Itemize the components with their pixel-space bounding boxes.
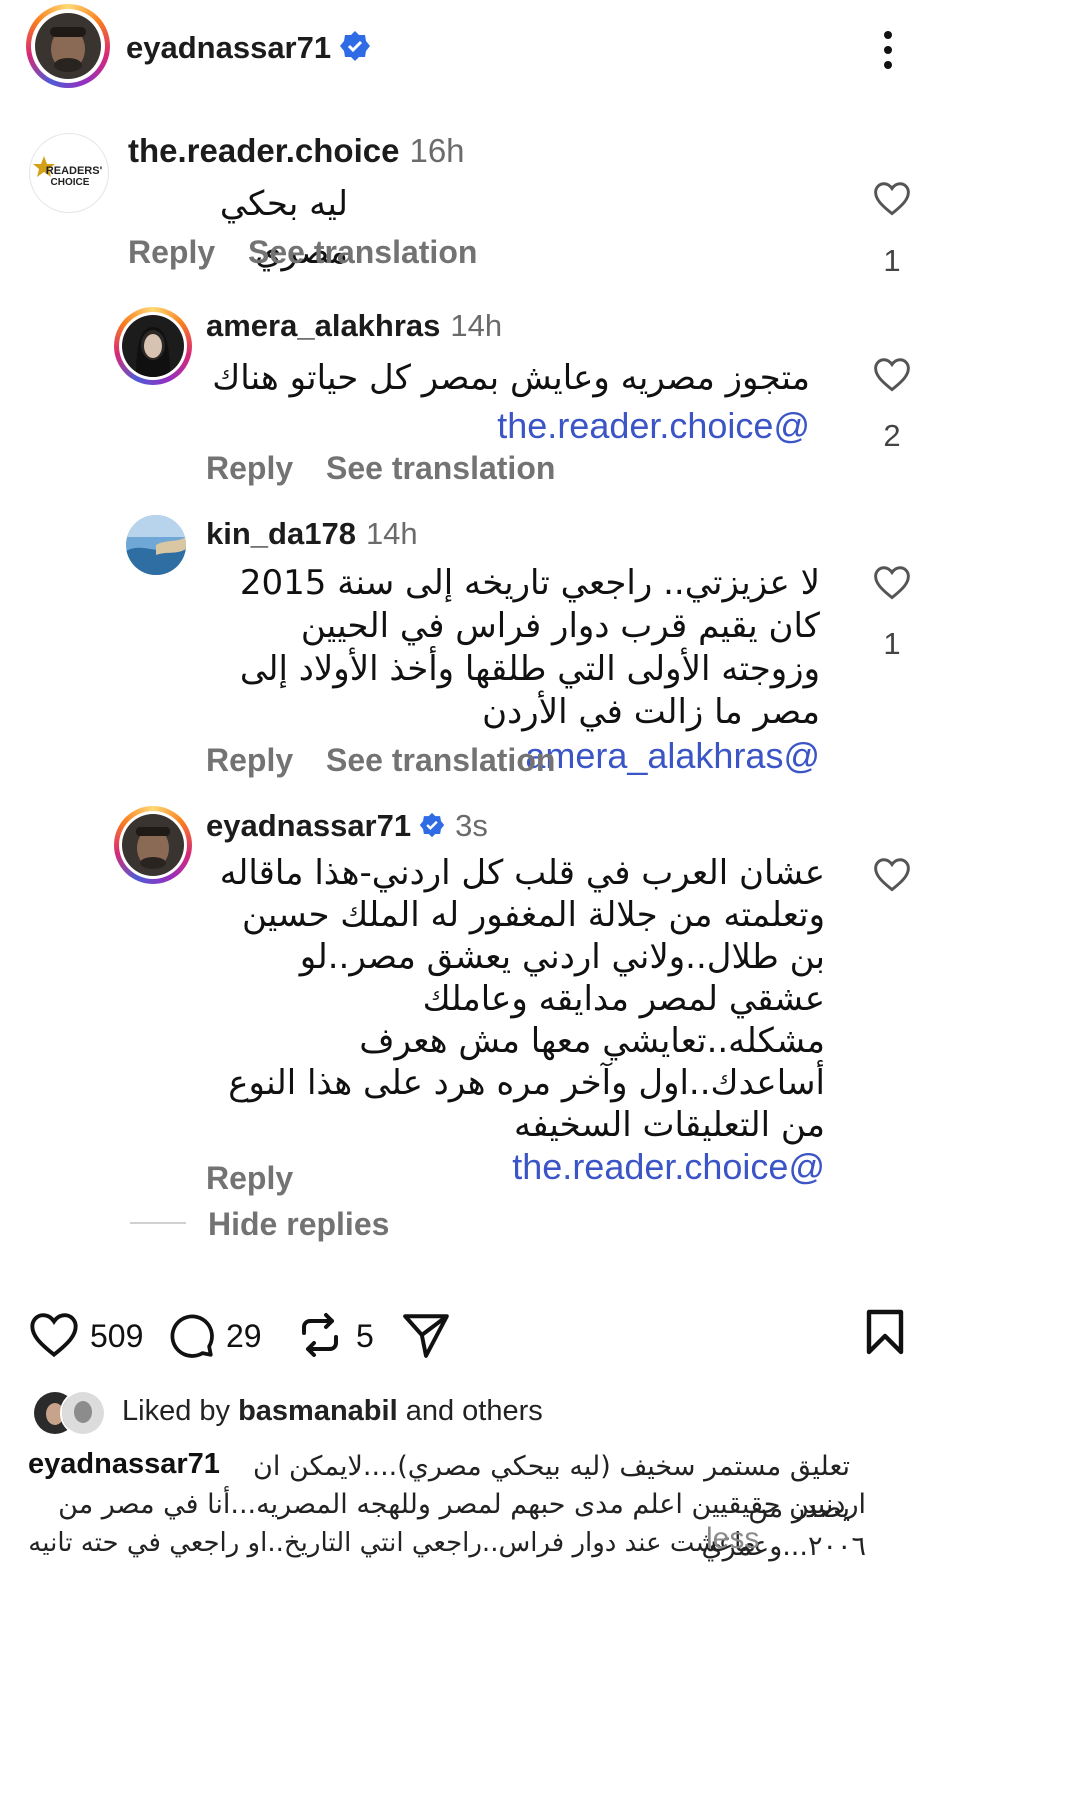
like-heart-icon[interactable] <box>28 1310 80 1363</box>
reply-button[interactable]: Reply <box>206 450 293 487</box>
like-count: 1 <box>883 243 901 278</box>
see-translation-button[interactable]: See translation <box>248 234 477 271</box>
verified-badge-icon <box>339 30 371 70</box>
comment-username[interactable]: eyadnassar71 3s <box>206 808 488 846</box>
mention-link[interactable]: @the.reader.choice <box>497 405 810 446</box>
post-username-text[interactable]: eyadnassar71 <box>126 30 331 65</box>
less-button[interactable]: less <box>706 1522 759 1556</box>
see-translation-button[interactable]: See translation <box>326 450 555 487</box>
svg-text:READERS': READERS' <box>46 165 103 177</box>
verified-badge-icon <box>419 810 445 846</box>
story-ring[interactable] <box>114 307 192 385</box>
comment-username[interactable]: the.reader.choice 16h <box>128 132 465 170</box>
mention-link[interactable]: @amera_alakhras <box>525 735 820 776</box>
comment-count[interactable]: 29 <box>226 1318 262 1355</box>
like-count: 1 <box>883 626 901 661</box>
divider-line <box>130 1222 186 1224</box>
reply-button[interactable]: Reply <box>206 1160 293 1197</box>
like-heart-icon[interactable] <box>872 856 912 897</box>
repost-count[interactable]: 5 <box>356 1318 374 1355</box>
liked-by-user[interactable]: basmanabil <box>238 1395 398 1427</box>
comment-text: متجوز مصريه وعايش بمصر كل حياتو هناك @th… <box>212 358 810 446</box>
avatar <box>122 315 184 377</box>
liked-by-text[interactable]: Liked by basmanabil and others <box>122 1395 543 1428</box>
svg-text:CHOICE: CHOICE <box>51 177 90 188</box>
reply-button[interactable]: Reply <box>128 234 215 271</box>
like-heart-icon[interactable] <box>872 180 912 221</box>
comment-time: 14h <box>450 308 503 343</box>
comment-username[interactable]: kin_da178 14h <box>206 516 418 552</box>
like-heart-icon[interactable] <box>872 356 912 397</box>
reply-button[interactable]: Reply <box>206 742 293 779</box>
story-ring[interactable] <box>26 4 110 88</box>
bookmark-icon[interactable] <box>864 1308 906 1361</box>
comment-time: 16h <box>409 132 465 169</box>
caption-username[interactable]: eyadnassar71 <box>28 1448 220 1481</box>
mention-link[interactable]: @the.reader.choice <box>512 1146 825 1187</box>
comment-text: عشان العرب في قلب كل اردني-هذا ماقاله وت… <box>219 853 825 1187</box>
repost-icon[interactable] <box>296 1310 344 1365</box>
comment-time: 14h <box>365 516 418 551</box>
share-send-icon[interactable] <box>400 1310 452 1365</box>
hide-replies-button[interactable]: Hide replies <box>208 1206 389 1243</box>
comment-bubble-icon[interactable] <box>166 1310 216 1365</box>
like-count[interactable]: 509 <box>90 1318 143 1355</box>
avatar <box>60 1390 106 1436</box>
caption-line: ماعشت عند دوار فراس..راجعي انتي التاريخ.… <box>28 1528 756 1558</box>
avatar[interactable] <box>126 515 186 575</box>
comment-username[interactable]: amera_alakhras 14h <box>206 308 502 344</box>
avatar[interactable]: READERS' CHOICE <box>29 133 109 213</box>
avatar <box>122 814 184 876</box>
like-count: 2 <box>883 418 901 453</box>
avatar <box>35 13 101 79</box>
comment-time: 3s <box>455 808 488 843</box>
post-username[interactable]: eyadnassar71 <box>126 30 371 70</box>
like-heart-icon[interactable] <box>872 564 912 605</box>
story-ring[interactable] <box>114 806 192 884</box>
see-translation-button[interactable]: See translation <box>326 742 555 779</box>
more-options-icon[interactable] <box>880 30 896 70</box>
